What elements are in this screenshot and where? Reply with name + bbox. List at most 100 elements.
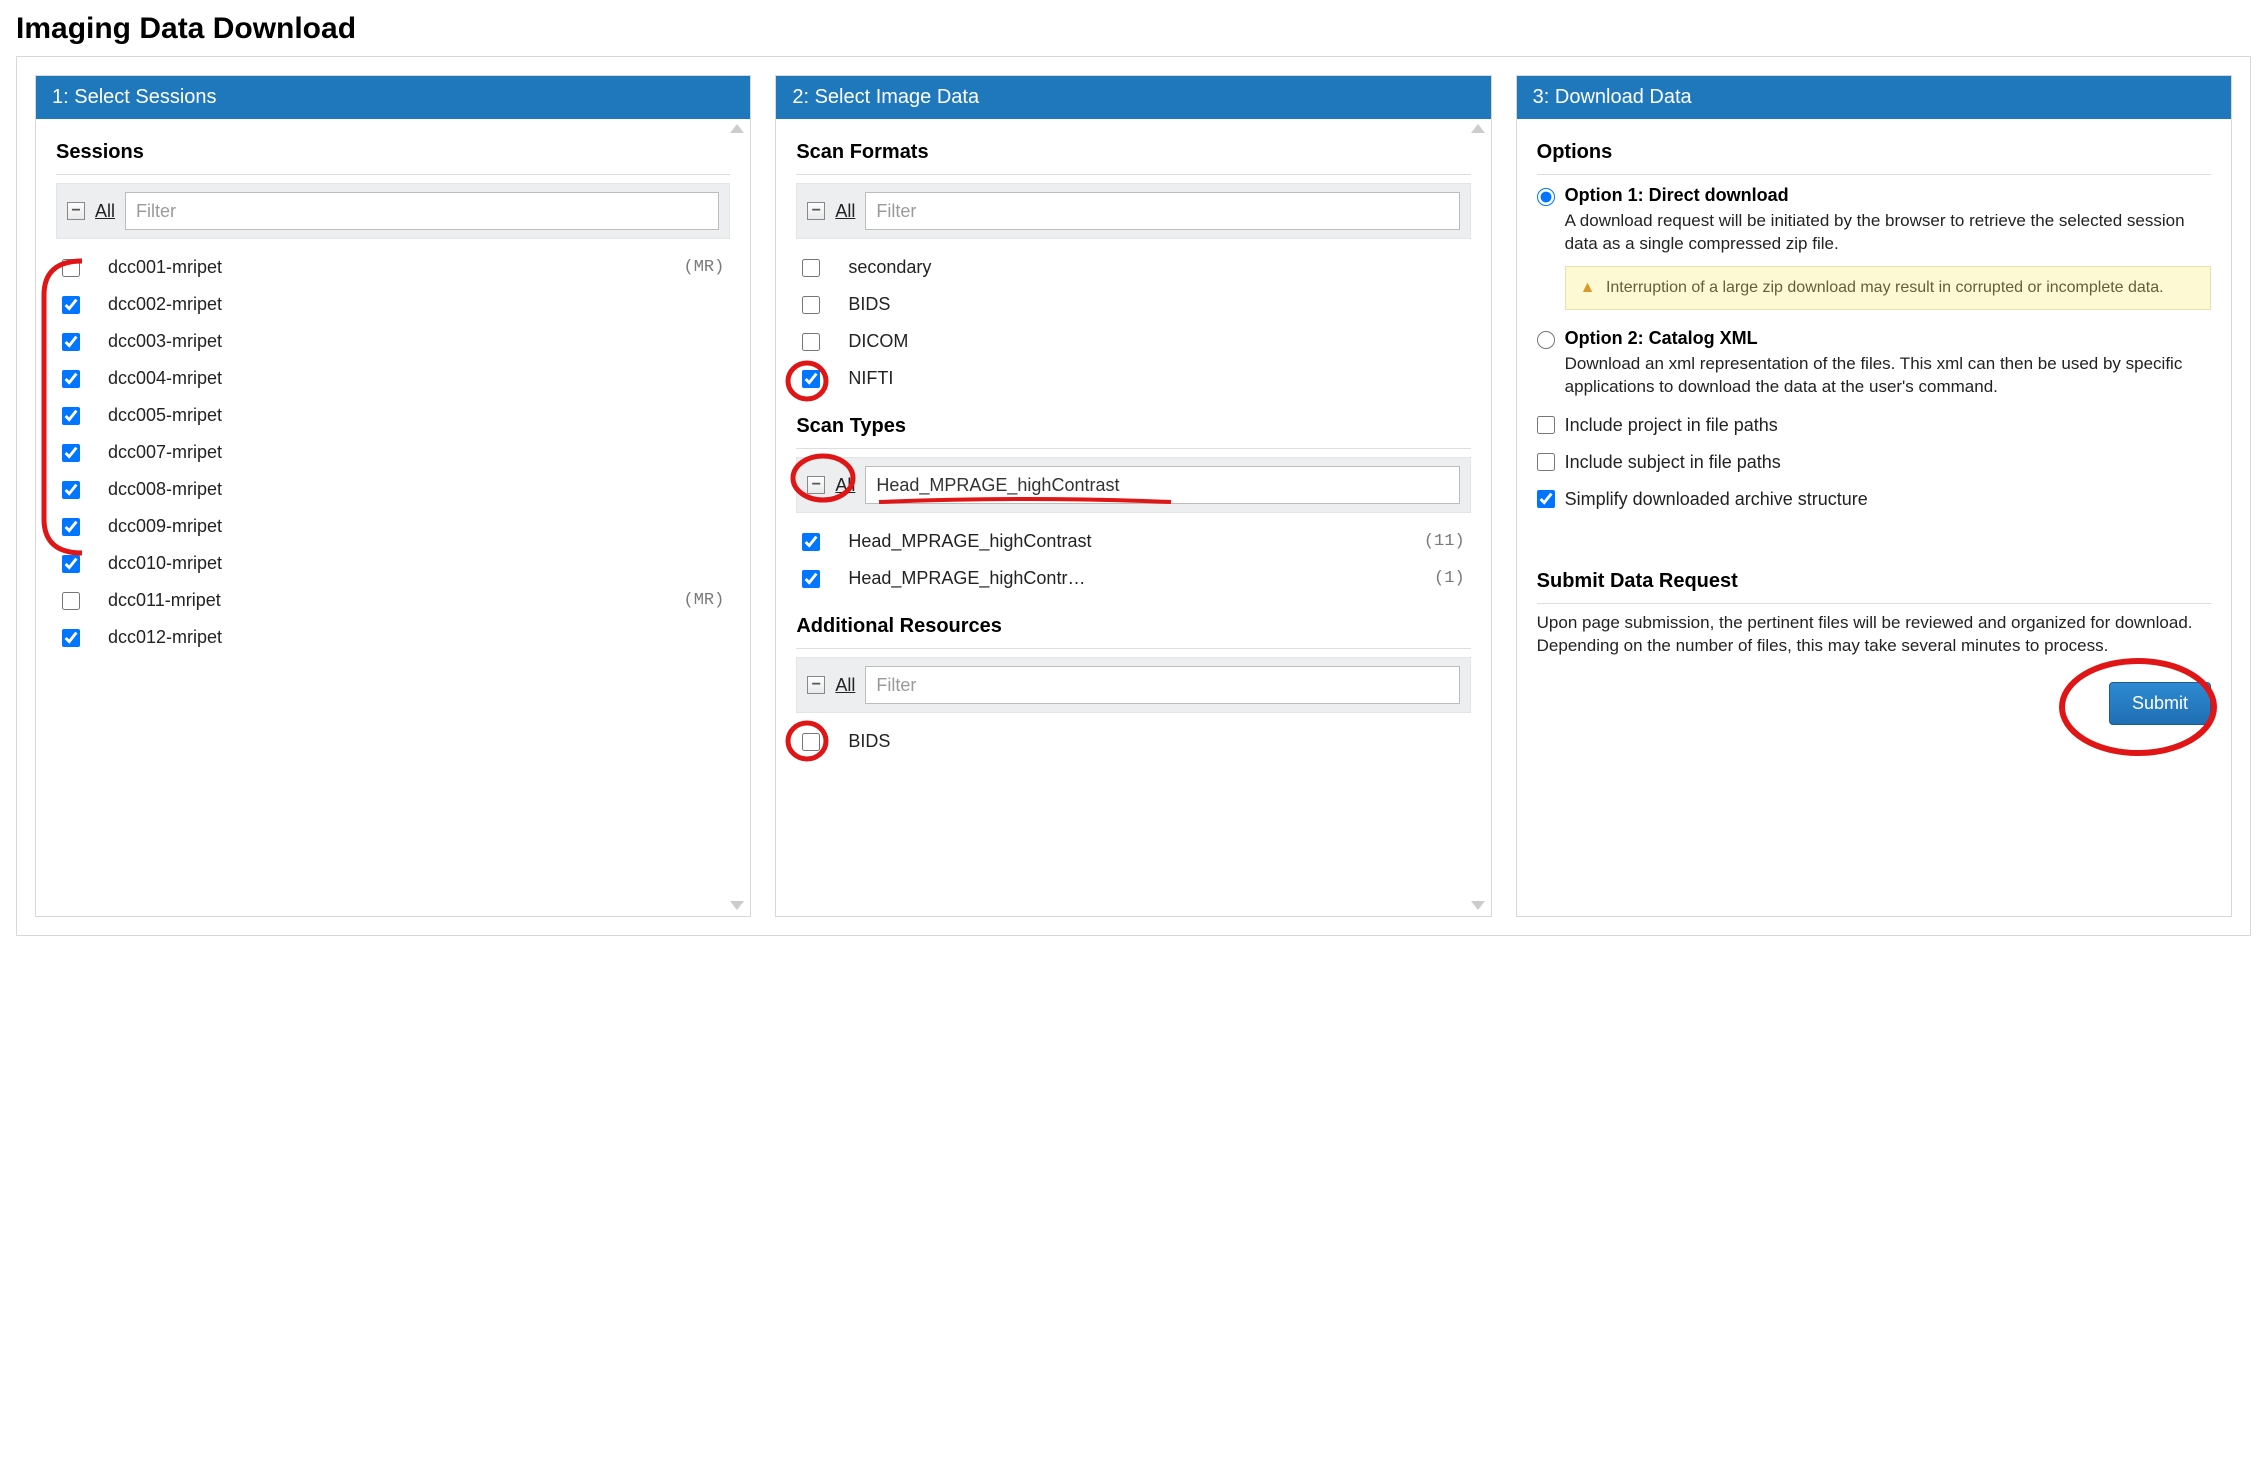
item-label: BIDS xyxy=(848,294,1464,315)
list-item[interactable]: NIFTI xyxy=(796,360,1470,397)
divider xyxy=(1537,603,2211,604)
include-project-label: Include project in file paths xyxy=(1565,415,1778,436)
item-label: dcc003-mripet xyxy=(108,331,724,352)
scan-formats-all-link[interactable]: All xyxy=(835,201,855,222)
item-label: dcc009-mripet xyxy=(108,516,724,537)
scan-types-filterbar: − All xyxy=(796,457,1470,513)
item-label: dcc007-mripet xyxy=(108,442,724,463)
item-tag: (MR) xyxy=(684,591,725,610)
list-item[interactable]: dcc003-mripet xyxy=(56,323,730,360)
additional-all-link[interactable]: All xyxy=(835,675,855,696)
simplify-row[interactable]: Simplify downloaded archive structure xyxy=(1537,489,2211,510)
scan-types-title: Scan Types xyxy=(796,415,1470,438)
option2-row[interactable]: Option 2: Catalog XML xyxy=(1537,328,2211,349)
item-label: dcc010-mripet xyxy=(108,553,724,574)
collapse-icon[interactable]: − xyxy=(67,202,85,220)
include-subject-row[interactable]: Include subject in file paths xyxy=(1537,452,2211,473)
list-item[interactable]: dcc010-mripet xyxy=(56,545,730,582)
item-checkbox[interactable] xyxy=(62,370,80,388)
item-label: dcc012-mripet xyxy=(108,627,724,648)
option1-row[interactable]: Option 1: Direct download xyxy=(1537,185,2211,206)
scan-formats-filter-input[interactable] xyxy=(865,192,1459,230)
additional-title: Additional Resources xyxy=(796,615,1470,638)
item-count: (11) xyxy=(1424,532,1465,551)
item-checkbox[interactable] xyxy=(802,333,820,351)
sessions-filterbar: − All xyxy=(56,183,730,239)
include-subject-checkbox[interactable] xyxy=(1537,453,1555,471)
sessions-all-link[interactable]: All xyxy=(95,201,115,222)
option1-desc: A download request will be initiated by … xyxy=(1565,210,2211,256)
list-item[interactable]: dcc002-mripet xyxy=(56,286,730,323)
panel-download-data: 3: Download Data Options Option 1: Direc… xyxy=(1516,75,2232,917)
main-wrapper: 1: Select Sessions Sessions − All dcc001… xyxy=(16,56,2251,936)
item-checkbox[interactable] xyxy=(62,444,80,462)
list-item[interactable]: dcc005-mripet xyxy=(56,397,730,434)
scan-types-filter-input[interactable] xyxy=(865,466,1459,504)
submit-button[interactable]: Submit xyxy=(2109,682,2211,725)
list-item[interactable]: dcc007-mripet xyxy=(56,434,730,471)
item-checkbox[interactable] xyxy=(62,296,80,314)
item-label: dcc011-mripet xyxy=(108,590,656,611)
divider xyxy=(56,174,730,175)
option1-title: Option 1: Direct download xyxy=(1565,185,1789,206)
collapse-icon[interactable]: − xyxy=(807,202,825,220)
item-checkbox[interactable] xyxy=(62,259,80,277)
item-checkbox[interactable] xyxy=(802,570,820,588)
simplify-label: Simplify downloaded archive structure xyxy=(1565,489,1868,510)
list-item[interactable]: dcc008-mripet xyxy=(56,471,730,508)
options-title: Options xyxy=(1537,141,2211,164)
list-item[interactable]: dcc004-mripet xyxy=(56,360,730,397)
additional-list: BIDS xyxy=(796,723,1470,760)
list-item[interactable]: DICOM xyxy=(796,323,1470,360)
item-checkbox[interactable] xyxy=(62,481,80,499)
item-checkbox[interactable] xyxy=(802,259,820,277)
scroll-down-icon[interactable] xyxy=(730,901,744,910)
item-checkbox[interactable] xyxy=(802,533,820,551)
list-item[interactable]: secondary xyxy=(796,249,1470,286)
list-item[interactable]: BIDS xyxy=(796,286,1470,323)
include-project-checkbox[interactable] xyxy=(1537,416,1555,434)
warning-box: ▲ Interruption of a large zip download m… xyxy=(1565,266,2211,310)
option2-title: Option 2: Catalog XML xyxy=(1565,328,1758,349)
item-tag: (MR) xyxy=(684,258,725,277)
include-project-row[interactable]: Include project in file paths xyxy=(1537,415,2211,436)
item-label: dcc001-mripet xyxy=(108,257,656,278)
item-checkbox[interactable] xyxy=(62,518,80,536)
list-item[interactable]: dcc011-mripet (MR) xyxy=(56,582,730,619)
option2-radio[interactable] xyxy=(1537,331,1555,349)
panel1-header: 1: Select Sessions xyxy=(36,76,750,119)
item-checkbox[interactable] xyxy=(802,296,820,314)
item-checkbox[interactable] xyxy=(62,629,80,647)
collapse-icon[interactable]: − xyxy=(807,676,825,694)
include-subject-label: Include subject in file paths xyxy=(1565,452,1781,473)
additional-filter-input[interactable] xyxy=(865,666,1459,704)
list-item[interactable]: dcc012-mripet xyxy=(56,619,730,656)
item-checkbox[interactable] xyxy=(62,407,80,425)
list-item[interactable]: Head_MPRAGE_highContrast (11) xyxy=(796,523,1470,560)
item-label: NIFTI xyxy=(848,368,1464,389)
panel3-body: Options Option 1: Direct download A down… xyxy=(1517,119,2231,916)
item-checkbox[interactable] xyxy=(802,733,820,751)
item-checkbox[interactable] xyxy=(62,333,80,351)
list-item[interactable]: Head_MPRAGE_highContr…(1) xyxy=(796,560,1470,597)
item-checkbox[interactable] xyxy=(802,370,820,388)
divider xyxy=(796,174,1470,175)
sessions-filter-input[interactable] xyxy=(125,192,719,230)
list-item[interactable]: dcc001-mripet (MR) xyxy=(56,249,730,286)
item-label: Head_MPRAGE_highContrast xyxy=(848,531,1396,552)
option2-desc: Download an xml representation of the fi… xyxy=(1565,353,2211,399)
panel2-header: 2: Select Image Data xyxy=(776,76,1490,119)
page-title: Imaging Data Download xyxy=(16,12,2251,46)
scan-formats-title: Scan Formats xyxy=(796,141,1470,164)
scan-types-all-link[interactable]: All xyxy=(835,475,855,496)
list-item[interactable]: BIDS xyxy=(796,723,1470,760)
scroll-down-icon[interactable] xyxy=(1471,901,1485,910)
item-checkbox[interactable] xyxy=(62,592,80,610)
list-item[interactable]: dcc009-mripet xyxy=(56,508,730,545)
collapse-icon[interactable]: − xyxy=(807,476,825,494)
panel3-header: 3: Download Data xyxy=(1517,76,2231,119)
item-label: dcc004-mripet xyxy=(108,368,724,389)
simplify-checkbox[interactable] xyxy=(1537,490,1555,508)
option1-radio[interactable] xyxy=(1537,188,1555,206)
item-checkbox[interactable] xyxy=(62,555,80,573)
